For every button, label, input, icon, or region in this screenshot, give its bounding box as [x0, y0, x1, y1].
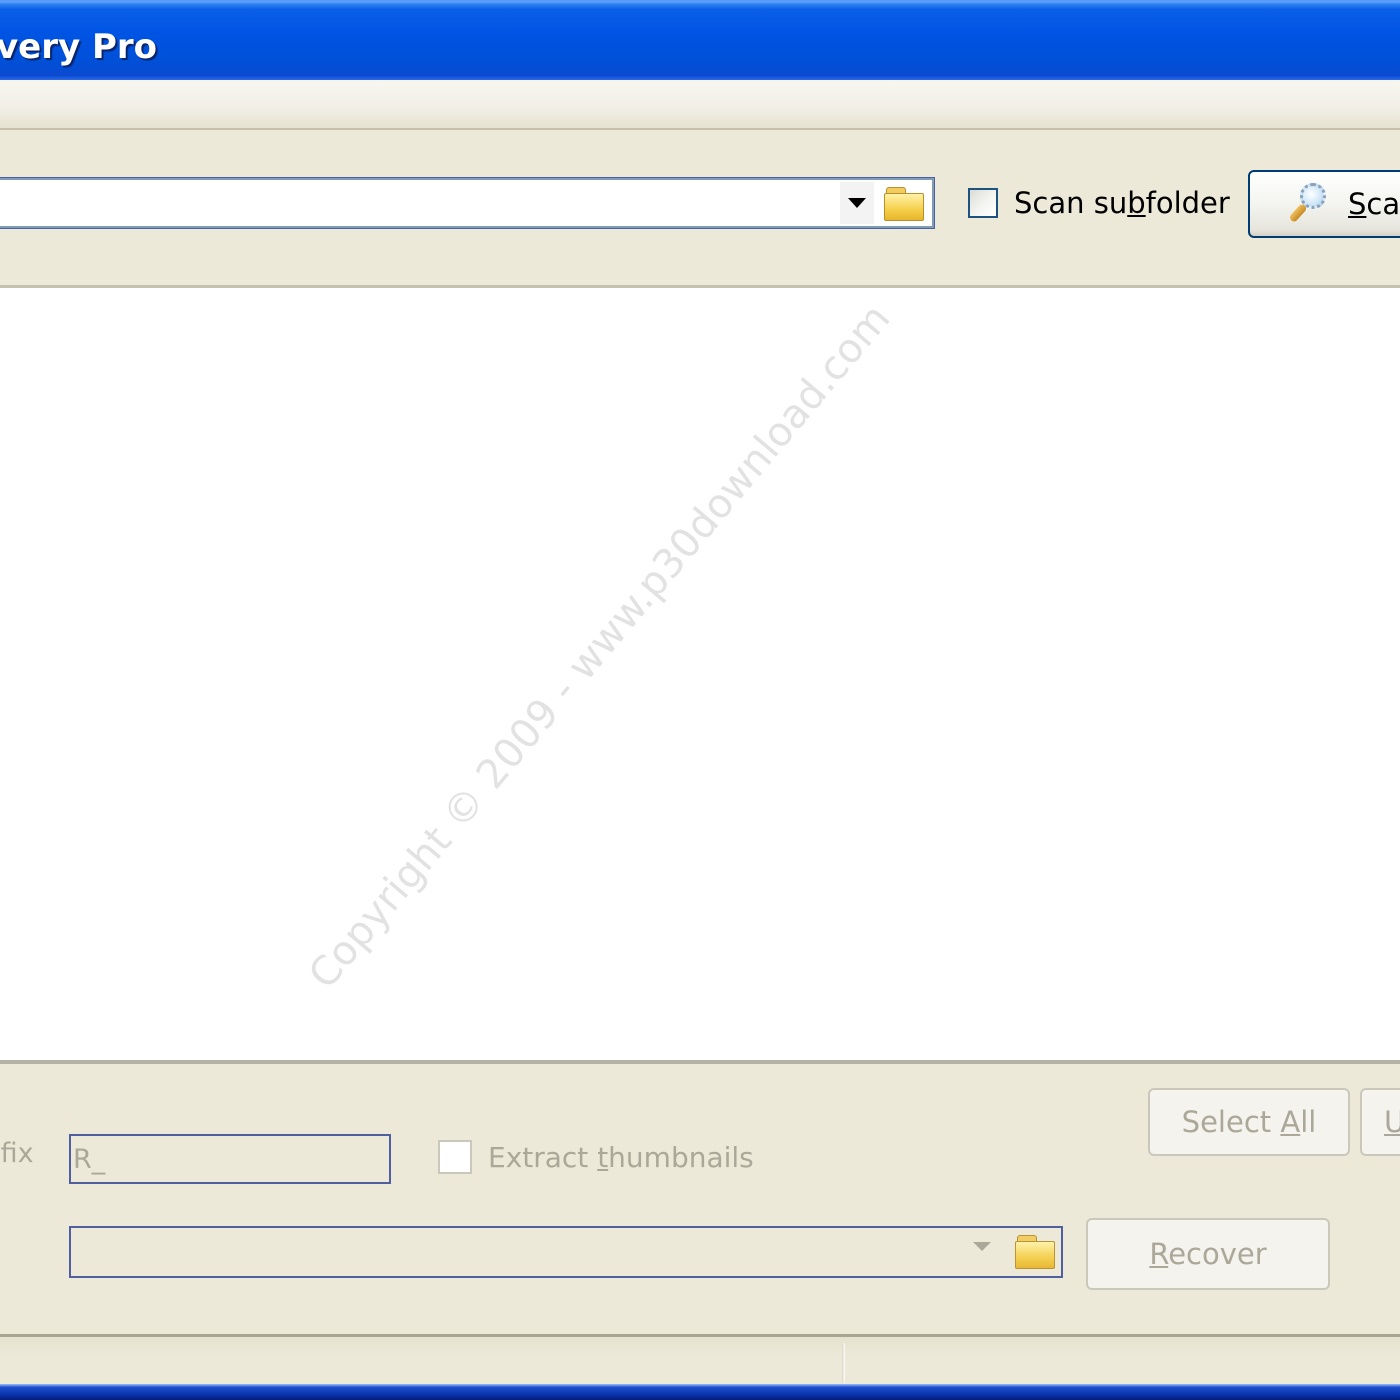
extract-thumbnails-option[interactable]: Extract thumbnails [438, 1140, 754, 1174]
copyright-watermark: Copyright © 2009 - www.p30download.com [300, 295, 900, 998]
unselect-all-button[interactable]: U [1360, 1088, 1400, 1156]
prefix-value: R_ [73, 1144, 106, 1175]
select-all-button[interactable]: Select All [1148, 1088, 1350, 1156]
prefix-input[interactable]: R_ [69, 1134, 391, 1184]
scan-subfolder-checkbox[interactable] [968, 188, 998, 218]
folder-icon [1015, 1235, 1055, 1269]
scan-button-label: Scan [1348, 187, 1400, 221]
source-path-dropdown-button[interactable] [840, 182, 874, 224]
scan-toolbar: Scan subfolder Scan [0, 130, 1400, 288]
source-path-combobox[interactable] [0, 177, 935, 229]
select-all-label: Select All [1181, 1105, 1317, 1139]
scan-button[interactable]: Scan [1248, 170, 1400, 238]
recovery-options-panel: efix R_ Extract thumbnails Select All U … [0, 1060, 1400, 1334]
chevron-down-icon[interactable] [973, 1242, 991, 1251]
title-bar[interactable]: very Pro [0, 0, 1400, 80]
chevron-down-icon [848, 198, 866, 208]
prefix-label: efix [0, 1138, 34, 1169]
destination-path-combobox[interactable] [69, 1226, 1063, 1278]
browse-destination-button[interactable] [1013, 1230, 1057, 1272]
folder-icon [884, 187, 924, 221]
recovered-files-list[interactable]: Copyright © 2009 - www.p30download.com [0, 288, 1400, 1060]
browse-source-button[interactable] [882, 182, 926, 224]
recover-button[interactable]: Recover [1086, 1218, 1330, 1290]
status-bar [0, 1334, 1400, 1384]
extract-thumbnails-label[interactable]: Extract thumbnails [488, 1141, 754, 1174]
magnifier-icon [1286, 181, 1332, 227]
unselect-all-label: U [1384, 1105, 1400, 1139]
status-divider [842, 1343, 845, 1383]
scan-subfolder-option[interactable]: Scan subfolder [968, 186, 1230, 220]
window-bottom-border [0, 1384, 1400, 1400]
recover-label: Recover [1149, 1237, 1267, 1271]
scan-subfolder-label[interactable]: Scan subfolder [1014, 186, 1230, 220]
menu-bar [0, 80, 1400, 130]
extract-thumbnails-checkbox[interactable] [438, 1140, 472, 1174]
window-title: very Pro [0, 27, 158, 67]
